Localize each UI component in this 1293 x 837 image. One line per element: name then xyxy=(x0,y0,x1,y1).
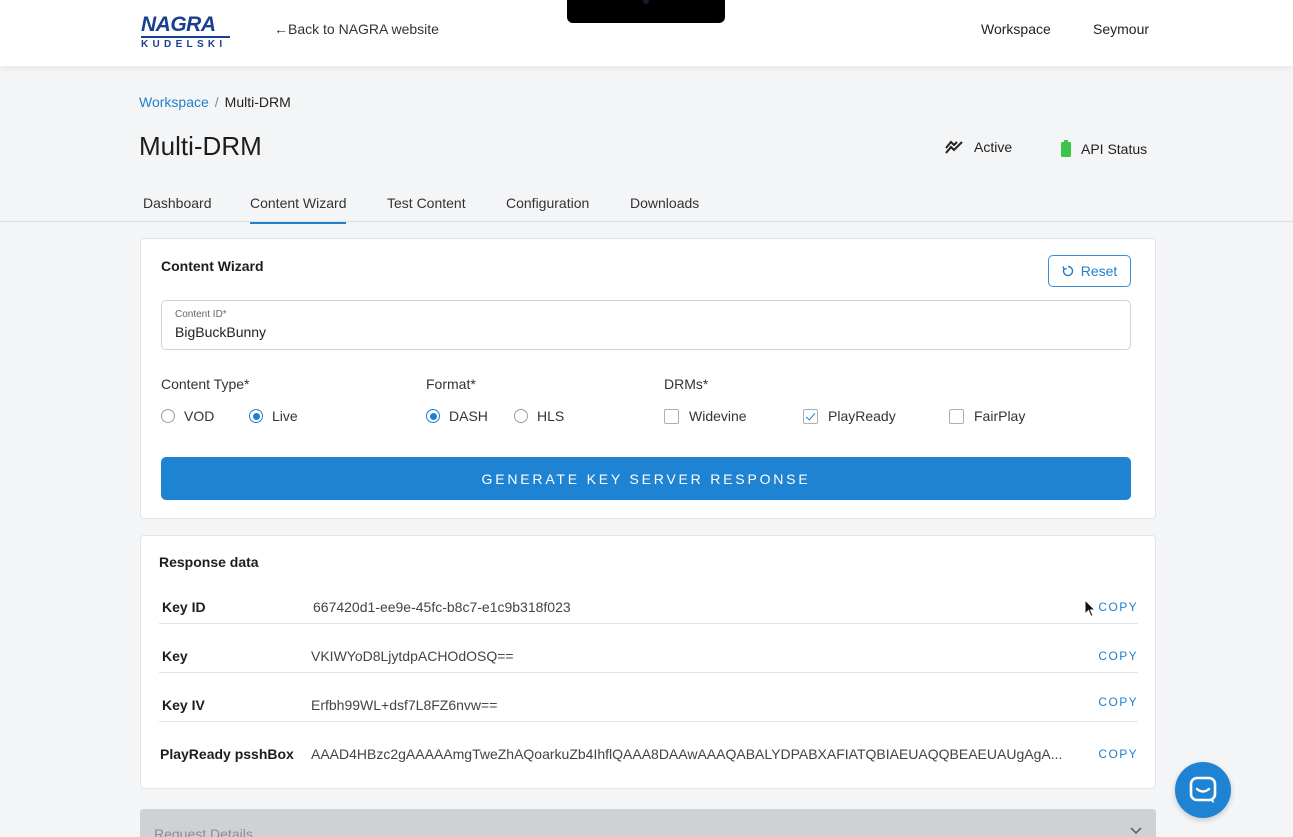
option-label: HLS xyxy=(537,408,565,424)
row-value: 667420d1-ee9e-45fc-b8c7-e1c9b318f023 xyxy=(313,599,571,615)
activity-icon xyxy=(945,140,963,154)
content-wizard-title: Content Wizard xyxy=(161,258,264,274)
copy-key-id-button[interactable]: COPY xyxy=(1098,600,1138,614)
row-value: Erfbh99WL+dsf7L8FZ6nvw== xyxy=(311,697,498,713)
copy-key-iv-button[interactable]: COPY xyxy=(1098,695,1138,709)
tab-configuration[interactable]: Configuration xyxy=(506,195,589,222)
chevron-down-icon xyxy=(1130,827,1142,835)
response-data-card: Response data Key ID 667420d1-ee9e-45fc-… xyxy=(140,535,1156,789)
checkbox-indicator[interactable] xyxy=(949,408,964,424)
content-id-value[interactable]: BigBuckBunny xyxy=(175,324,266,340)
radio-indicator[interactable] xyxy=(514,409,528,423)
row-key-label: Key ID xyxy=(162,599,206,615)
api-status: API Status xyxy=(1061,140,1147,157)
radio-indicator[interactable] xyxy=(426,409,440,423)
breadcrumb-separator: / xyxy=(214,94,219,110)
response-row-pssh-box: PlayReady psshBox AAAD4HBzc2gAAAAAmgTweZ… xyxy=(159,722,1138,771)
tab-content-wizard[interactable]: Content Wizard xyxy=(250,195,347,224)
content-id-field[interactable]: Content ID* BigBuckBunny xyxy=(161,300,1131,350)
content-type-live-radio[interactable]: Live xyxy=(249,408,298,424)
tab-bar: Dashboard Content Wizard Test Content Co… xyxy=(0,186,1293,224)
user-menu[interactable]: Seymour xyxy=(1093,21,1149,37)
active-status: Active xyxy=(945,139,1012,155)
response-row-key-id: Key ID 667420d1-ee9e-45fc-b8c7-e1c9b318f… xyxy=(159,575,1138,624)
content-wizard-card: Content Wizard Reset Content ID* BigBuck… xyxy=(140,238,1156,519)
tab-downloads[interactable]: Downloads xyxy=(630,195,699,222)
request-details-panel[interactable]: Request Details xyxy=(140,809,1156,837)
row-key-label: PlayReady psshBox xyxy=(160,746,294,762)
radio-indicator[interactable] xyxy=(161,409,175,423)
content-id-label: Content ID* xyxy=(175,309,227,320)
request-details-label: Request Details xyxy=(154,826,253,837)
breadcrumb-workspace-link[interactable]: Workspace xyxy=(139,94,209,110)
drm-widevine-checkbox[interactable]: Widevine xyxy=(664,408,747,424)
checkbox-indicator[interactable] xyxy=(803,408,818,424)
camera-icon xyxy=(643,0,649,4)
option-label: DASH xyxy=(449,408,488,424)
radio-indicator[interactable] xyxy=(249,409,263,423)
api-status-label: API Status xyxy=(1081,140,1148,157)
format-label: Format* xyxy=(426,376,476,392)
option-label: FairPlay xyxy=(974,408,1026,424)
active-status-label: Active xyxy=(974,139,1013,155)
content-type-vod-radio[interactable]: VOD xyxy=(161,408,214,424)
drms-label: DRMs* xyxy=(664,376,709,392)
response-row-key-iv: Key IV Erfbh99WL+dsf7L8FZ6nvw== COPY xyxy=(159,673,1138,722)
logo-wordmark: NAGRA xyxy=(141,14,230,38)
drm-playready-checkbox[interactable]: PlayReady xyxy=(803,408,896,424)
content-type-label: Content Type* xyxy=(161,376,250,392)
generate-key-server-response-button[interactable]: GENERATE KEY SERVER RESPONSE xyxy=(161,457,1131,500)
row-key-label: Key IV xyxy=(162,697,205,713)
option-label: VOD xyxy=(184,408,215,424)
copy-pssh-box-button[interactable]: COPY xyxy=(1098,747,1138,761)
chat-launcher-button[interactable] xyxy=(1175,762,1231,818)
option-label: Live xyxy=(272,408,298,424)
drm-fairplay-checkbox[interactable]: FairPlay xyxy=(949,408,1025,424)
row-value: AAAD4HBzc2gAAAAAmgTweZhAQoarkuZb4IhflQAA… xyxy=(311,746,1063,762)
format-dash-radio[interactable]: DASH xyxy=(426,408,488,424)
mouse-cursor-icon xyxy=(1084,599,1096,618)
logo-subtitle: KUDELSKI xyxy=(141,39,227,50)
option-label: Widevine xyxy=(689,408,747,424)
row-key-label: Key xyxy=(162,648,188,664)
top-bar: NAGRA KUDELSKI ←Back to NAGRA website Wo… xyxy=(0,0,1293,66)
option-label: PlayReady xyxy=(828,408,896,424)
reset-button[interactable]: Reset xyxy=(1048,255,1131,287)
chat-icon xyxy=(1189,776,1217,803)
breadcrumb: Workspace / Multi-DRM xyxy=(139,94,291,110)
nagra-logo[interactable]: NAGRA KUDELSKI xyxy=(141,14,231,50)
response-data-title: Response data xyxy=(159,554,259,570)
page-title: Multi-DRM xyxy=(139,131,262,161)
checkbox-indicator[interactable] xyxy=(664,408,679,424)
battery-icon xyxy=(1061,140,1071,157)
row-value: VKIWYoD8LjytdpACHOdOSQ== xyxy=(311,648,514,664)
tab-dashboard[interactable]: Dashboard xyxy=(143,195,212,222)
tab-test-content[interactable]: Test Content xyxy=(387,195,466,222)
response-row-key: Key VKIWYoD8LjytdpACHOdOSQ== COPY xyxy=(159,624,1138,673)
copy-key-button[interactable]: COPY xyxy=(1098,649,1138,663)
camera-notch xyxy=(567,0,725,23)
back-to-website-link[interactable]: ←Back to NAGRA website xyxy=(274,21,439,37)
reset-label: Reset xyxy=(1080,263,1118,279)
breadcrumb-current: Multi-DRM xyxy=(224,94,291,110)
nav-workspace-link[interactable]: Workspace xyxy=(981,21,1051,37)
reset-icon xyxy=(1062,265,1073,277)
format-hls-radio[interactable]: HLS xyxy=(514,408,564,424)
